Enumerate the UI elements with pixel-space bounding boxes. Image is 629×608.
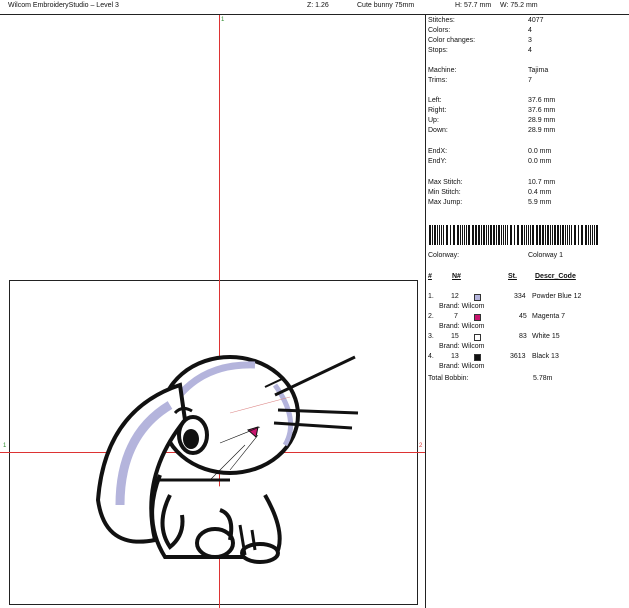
down-row: Down: 28.9 mm	[428, 127, 556, 134]
left-row: Left: 37.6 mm	[428, 97, 556, 104]
top-marker: 1	[221, 17, 225, 23]
thread-row: 3. 15 83 White 15 Brand: Wilcom	[428, 333, 560, 350]
stitches-row: Stitches: 4077	[428, 17, 544, 24]
design-canvas[interactable]: 1 1 2	[0, 15, 426, 608]
design-info-panel: Stitches: 4077 Colors: 4 Color changes: 3 S…	[427, 15, 629, 608]
endx-row: EndX: 0.0 mm	[428, 148, 552, 155]
color-swatch	[474, 334, 481, 341]
app-title: Wilcom EmbroideryStudio – Level 3	[8, 2, 119, 9]
thread-row: 2. 7 45 Magenta 7 Brand: Wilcom	[428, 313, 566, 330]
max-stitch-row: Max Stitch: 10.7 mm	[428, 179, 556, 186]
color-swatch	[474, 294, 481, 301]
machine-row: Machine: Tajima	[428, 67, 549, 74]
total-bobbin-row: Total Bobbin: 5.78m	[428, 375, 553, 382]
design-width: W: 75.2 mm	[500, 2, 538, 9]
thread-row: 4. 13 3613 Black 13 Brand: Wilcom	[428, 353, 559, 370]
stops-row: Stops: 4	[428, 47, 532, 54]
title-bar: Wilcom EmbroideryStudio – Level 3 Z: 1.2…	[0, 0, 629, 15]
col-header-num: #	[428, 273, 432, 280]
bunny-embroidery-icon	[95, 355, 359, 564]
col-header-descr: Descr_Code	[535, 273, 576, 280]
col-header-stitches: St.	[508, 273, 517, 280]
color-changes-row: Color changes: 3	[428, 37, 532, 44]
zoom-level: Z: 1.26	[307, 2, 329, 9]
colorway-row: Colorway: Colorway 1	[428, 252, 564, 259]
color-swatch	[474, 354, 481, 361]
thread-row: 1. 12 334 Powder Blue 12 Brand: Wilcom	[428, 293, 582, 310]
design-height: H: 57.7 mm	[455, 2, 492, 9]
right-marker: 2	[419, 443, 423, 449]
endy-row: EndY: 0.0 mm	[428, 158, 552, 165]
barcode-icon	[429, 225, 598, 245]
col-header-needle: N#	[452, 273, 461, 280]
min-stitch-row: Min Stitch: 0.4 mm	[428, 189, 552, 196]
left-marker: 1	[3, 443, 7, 449]
color-swatch	[474, 314, 481, 321]
right-row: Right: 37.6 mm	[428, 107, 556, 114]
colors-row: Colors: 4	[428, 27, 532, 34]
design-name: Cute bunny 75mm	[357, 2, 415, 9]
max-jump-row: Max Jump: 5.9 mm	[428, 199, 552, 206]
trims-row: Trims: 7	[428, 77, 532, 84]
up-row: Up: 28.9 mm	[428, 117, 556, 124]
